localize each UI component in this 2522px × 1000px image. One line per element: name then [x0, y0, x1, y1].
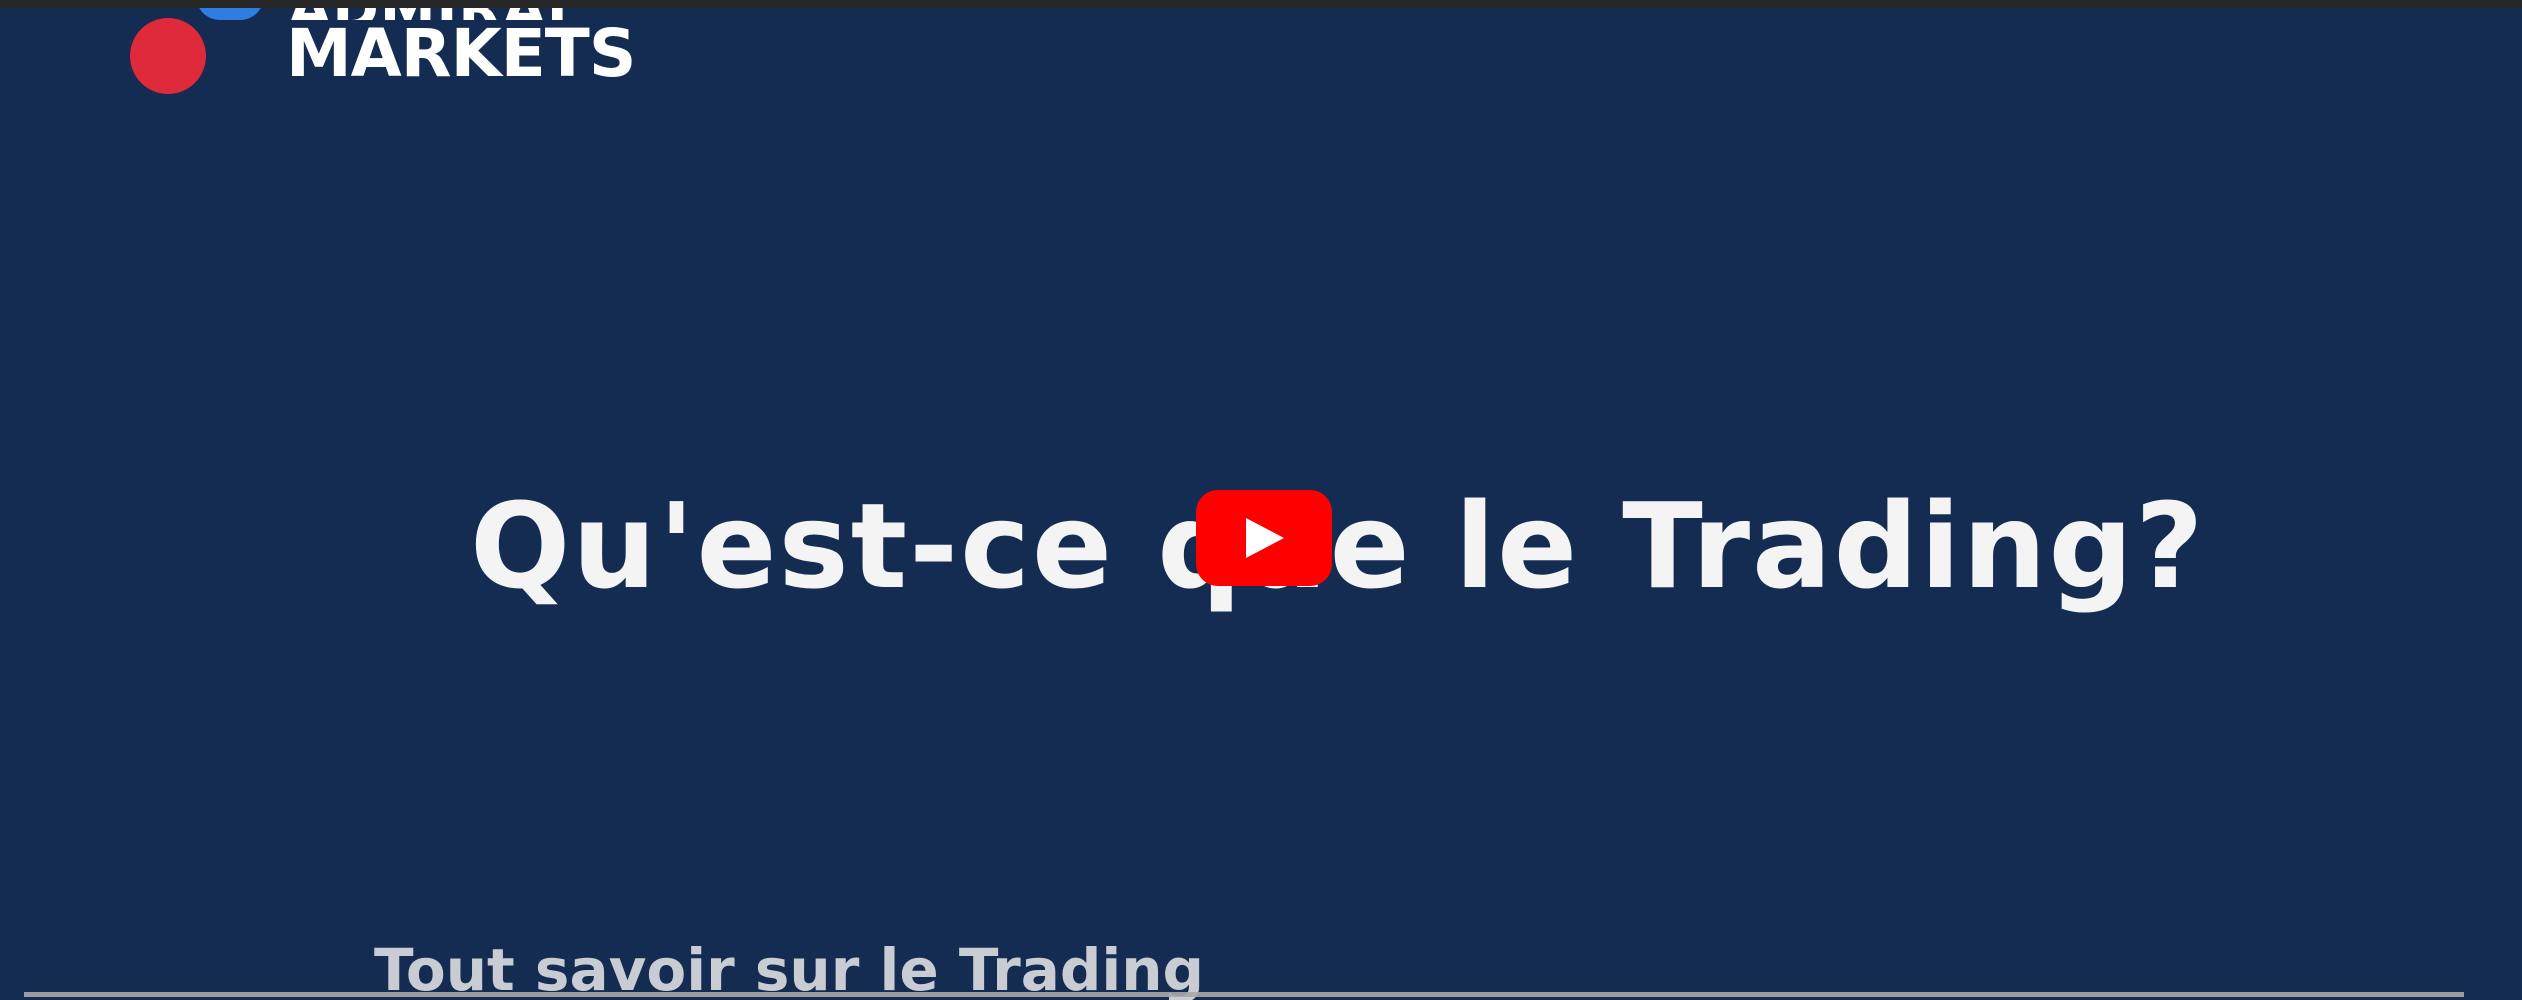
- video-subtitle: Tout savoir sur le Trading: [374, 936, 1205, 1000]
- video-thumbnail[interactable]: ADMIRAL MARKETS Qu'est-ce que le Trading…: [0, 8, 2522, 1000]
- admiral-markets-logo: ADMIRAL MARKETS: [120, 8, 680, 106]
- logo-wordmark: MARKETS: [286, 15, 636, 92]
- play-button[interactable]: [1196, 490, 1332, 586]
- logo-red-dot-icon: [130, 18, 206, 94]
- video-headline: Qu'est-ce que le Trading?: [470, 477, 2206, 615]
- top-border: [0, 0, 2522, 8]
- logo-blue-dot-icon: [196, 8, 264, 20]
- progress-bar[interactable]: [24, 992, 2464, 997]
- youtube-play-icon: [1246, 518, 1284, 558]
